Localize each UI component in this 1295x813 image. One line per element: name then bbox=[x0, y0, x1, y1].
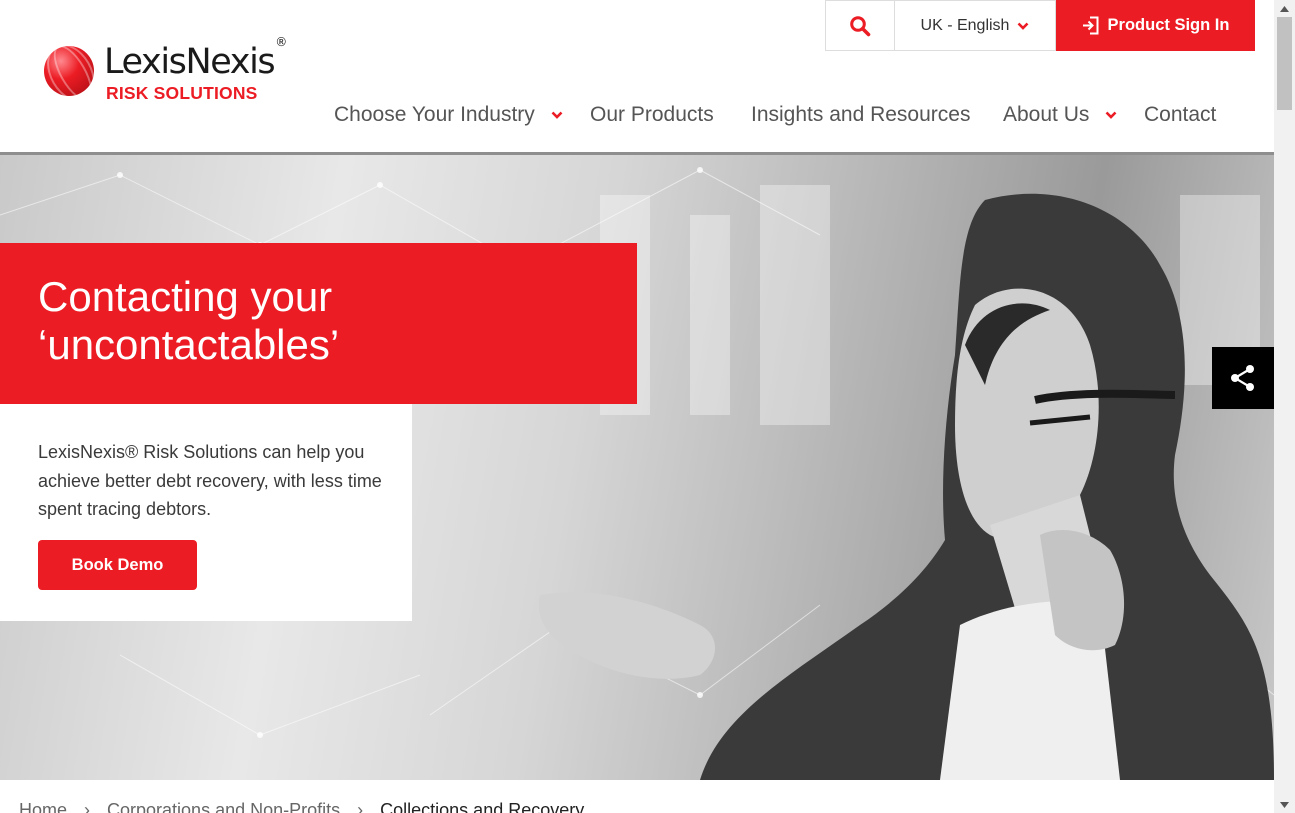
nav-insights-and-resources[interactable]: Insights and Resources bbox=[751, 103, 970, 127]
scrollbar-thumb[interactable] bbox=[1277, 17, 1292, 110]
site-header: LexisNexis® RISK SOLUTIONS UK - English … bbox=[0, 0, 1274, 152]
hero-content-panel: LexisNexis® Risk Solutions can help you … bbox=[0, 404, 412, 621]
breadcrumb-separator: › bbox=[357, 800, 364, 813]
breadcrumb-home[interactable]: Home bbox=[19, 800, 67, 813]
logo-globe-icon bbox=[44, 46, 94, 96]
page-scrollbar[interactable] bbox=[1274, 0, 1295, 813]
breadcrumb-current: Collections and Recovery bbox=[380, 800, 585, 813]
utility-bar: UK - English Product Sign In bbox=[825, 0, 1255, 51]
scroll-down-button[interactable] bbox=[1274, 796, 1295, 813]
chevron-down-icon bbox=[1018, 22, 1029, 30]
sign-in-label: Product Sign In bbox=[1107, 16, 1230, 34]
hero-title-panel: Contacting your ‘uncontactables’ bbox=[0, 243, 637, 404]
chevron-down-icon bbox=[1105, 111, 1117, 119]
breadcrumb: Home › Corporations and Non-Profits › Co… bbox=[19, 800, 584, 813]
main-nav: Choose Your Industry Our Products Insigh… bbox=[0, 103, 1274, 137]
search-button[interactable] bbox=[825, 0, 894, 51]
arrow-up-icon bbox=[1280, 5, 1289, 12]
hero-title: Contacting your ‘uncontactables’ bbox=[38, 273, 618, 369]
language-selector[interactable]: UK - English bbox=[894, 0, 1056, 51]
nav-label: Choose Your Industry bbox=[334, 103, 535, 126]
search-icon bbox=[850, 15, 871, 36]
language-label: UK - English bbox=[920, 16, 1010, 34]
hero-title-line: Contacting your bbox=[38, 273, 333, 320]
share-button[interactable] bbox=[1212, 347, 1274, 409]
nav-label: Our Products bbox=[590, 103, 714, 126]
breadcrumb-corporations[interactable]: Corporations and Non-Profits bbox=[107, 800, 340, 813]
logo-tagline: RISK SOLUTIONS bbox=[106, 83, 258, 103]
chevron-down-icon bbox=[551, 111, 563, 119]
share-icon bbox=[1231, 365, 1254, 391]
lexisnexis-logo[interactable]: LexisNexis® RISK SOLUTIONS bbox=[44, 35, 294, 106]
breadcrumb-separator: › bbox=[84, 800, 91, 813]
nav-label: About Us bbox=[1003, 103, 1090, 126]
hero-title-line: ‘uncontactables’ bbox=[38, 321, 340, 368]
hero-description: LexisNexis® Risk Solutions can help you … bbox=[38, 442, 382, 519]
nav-about-us[interactable]: About Us bbox=[1003, 103, 1117, 127]
nav-label: Contact bbox=[1144, 103, 1217, 126]
scroll-up-button[interactable] bbox=[1274, 0, 1295, 17]
nav-choose-your-industry[interactable]: Choose Your Industry bbox=[334, 103, 563, 127]
sign-in-icon bbox=[1082, 16, 1099, 35]
book-demo-button[interactable]: Book Demo bbox=[38, 540, 197, 590]
logo-wordmark: LexisNexis® bbox=[104, 35, 287, 82]
nav-label: Insights and Resources bbox=[751, 103, 971, 126]
nav-our-products[interactable]: Our Products bbox=[590, 103, 714, 127]
product-sign-in-button[interactable]: Product Sign In bbox=[1056, 0, 1255, 51]
nav-contact[interactable]: Contact bbox=[1144, 103, 1216, 127]
arrow-down-icon bbox=[1280, 801, 1289, 808]
hero-banner: Contacting your ‘uncontactables’ LexisNe… bbox=[0, 155, 1274, 780]
